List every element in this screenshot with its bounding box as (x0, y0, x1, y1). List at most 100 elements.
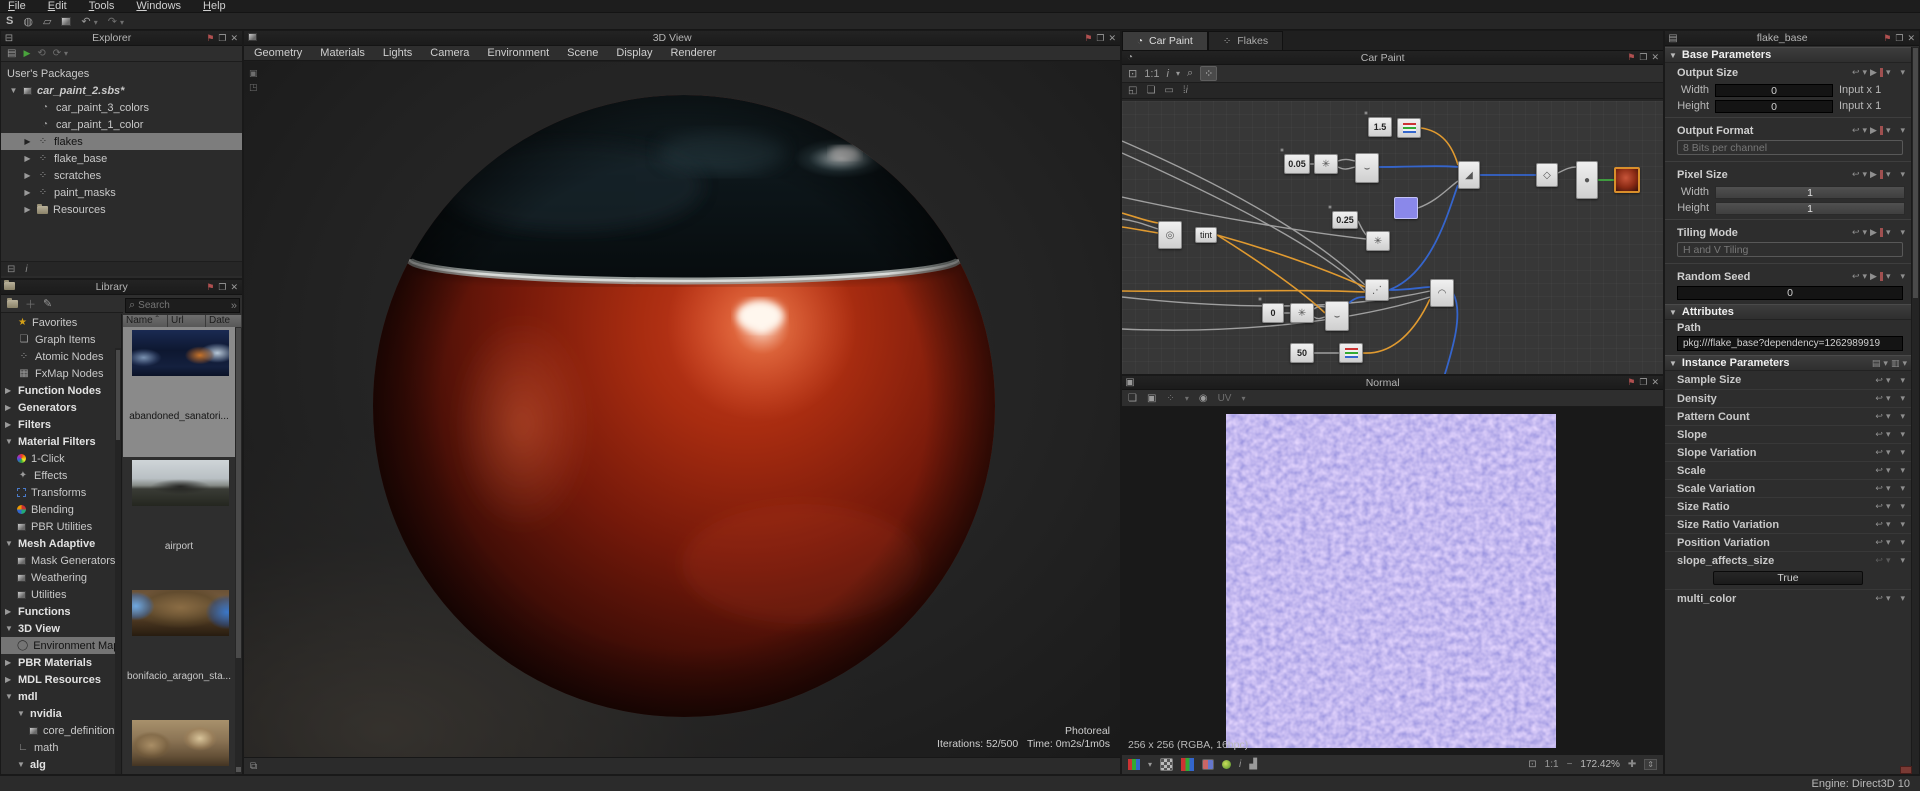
random-seed-slider[interactable]: 0 (1677, 286, 1903, 300)
chevron-down-icon[interactable]: ▾ (1176, 69, 1180, 78)
tab-flakes[interactable]: ⁘ Flakes (1208, 31, 1283, 50)
external-link-icon[interactable]: ◱ (1128, 85, 1137, 96)
open-file-icon[interactable]: ▱ (43, 15, 51, 28)
pixel-height-input[interactable]: 1 (1715, 202, 1905, 215)
new-package-icon[interactable] (61, 17, 71, 26)
dome-node[interactable]: ◠ (1430, 279, 1454, 307)
library-cat-group[interactable]: ▼Material Filters (1, 433, 121, 450)
curve-node[interactable]: ⌣ (1325, 301, 1349, 331)
close-icon[interactable]: ✕ (1651, 377, 1659, 388)
2d-view-canvas[interactable]: 256 x 256 (RGBA, 16bpc) (1122, 407, 1663, 754)
library-cat-sub[interactable]: Utilities (1, 586, 121, 603)
close-icon[interactable]: ✕ (1108, 33, 1116, 44)
env-map-item[interactable] (123, 717, 235, 774)
tree-item-resources[interactable]: ▶ Resources (1, 201, 242, 218)
menu-edit[interactable]: Edit (48, 0, 67, 12)
library-cat-group[interactable]: ▶Function Nodes (1, 382, 121, 399)
library-cat[interactable]: ▦FxMap Nodes (1, 365, 121, 382)
chevron-down-icon[interactable]: ▾ (1900, 227, 1905, 238)
value-node[interactable]: 1.5 (1368, 117, 1392, 137)
function-icons[interactable]: ↩ ▾ (1875, 537, 1890, 548)
close-icon[interactable]: ✕ (1907, 33, 1915, 44)
float-icon[interactable]: ❐ (1895, 33, 1903, 44)
menu-scene[interactable]: Scene (567, 47, 598, 59)
function-icons[interactable]: ↩ ▾ (1875, 483, 1890, 494)
menu-lights[interactable]: Lights (383, 47, 412, 59)
function-icons[interactable]: ↩ ▾ ▶ ▾ (1852, 169, 1891, 180)
chevron-down-icon[interactable]: ▾ (1900, 465, 1905, 476)
uv-toggle[interactable]: UV (1218, 393, 1232, 404)
viewport-widgets[interactable]: ▣◳ (249, 66, 258, 94)
chevron-down-icon[interactable]: ▾ (1900, 501, 1905, 512)
tree-item-flakes-selected[interactable]: ▶⁘ flakes (1, 133, 242, 150)
tree-item-scratches[interactable]: ▶⁘ scratches (1, 167, 242, 184)
library-cat-sub[interactable]: PBR Utilities (1, 518, 121, 535)
tiling-mode-select[interactable]: H and V Tiling (1677, 242, 1903, 257)
function-icons[interactable]: ↩ ▾ (1875, 447, 1890, 458)
chevron-down-icon[interactable]: ▾ (1185, 394, 1189, 403)
output-format-select[interactable]: 8 Bits per channel (1677, 140, 1903, 155)
categories-scrollbar[interactable] (115, 348, 121, 774)
add-library-folder-icon[interactable] (7, 300, 18, 308)
pixel-width-input[interactable]: 1 (1715, 186, 1905, 199)
save-icon[interactable]: ▤ (7, 48, 16, 59)
camera-icon[interactable]: ◉ (1199, 393, 1208, 404)
menu-environment[interactable]: Environment (487, 47, 549, 59)
float-icon[interactable]: ❐ (218, 282, 226, 293)
multiply-node[interactable]: ✳ (1366, 231, 1390, 251)
float-icon[interactable]: ❐ (1639, 377, 1647, 388)
section-attributes[interactable]: ▼Attributes (1665, 304, 1911, 320)
substance-logo-icon[interactable]: S (6, 15, 13, 27)
pin-icon[interactable]: ⚑ (1627, 52, 1635, 63)
function-icons[interactable]: ↩ ▾ ▶ ▾ (1852, 227, 1891, 238)
value-node[interactable]: 0 (1262, 303, 1284, 323)
chevron-down-icon[interactable]: ▾ (1900, 519, 1905, 530)
edit-library-icon[interactable]: ✎ (43, 297, 52, 310)
function-icons[interactable]: ↩ ▾ (1875, 519, 1890, 530)
material-node[interactable]: ● (1576, 161, 1598, 199)
chevron-down-icon[interactable]: ▾ (1900, 67, 1905, 78)
library-cat[interactable]: ❏Graph Items (1, 331, 121, 348)
library-cat-sub[interactable]: Mask Generators (1, 552, 121, 569)
tree-item-flake-base[interactable]: ▶⁘ flake_base (1, 150, 242, 167)
redo-icon[interactable]: ↷ ▾ (108, 15, 124, 28)
chevron-down-icon[interactable]: ▾ (1241, 394, 1245, 403)
library-cat-sub[interactable]: 1-Click (1, 450, 121, 467)
pin-info-icon[interactable]: ⁞i (1183, 85, 1188, 96)
function-icons[interactable]: ↩ ▾ ▶ ▾ (1852, 67, 1891, 78)
float-icon[interactable]: ❐ (1639, 52, 1647, 63)
menu-materials[interactable]: Materials (320, 47, 365, 59)
section-base-parameters[interactable]: ▼Base Parameters (1665, 47, 1911, 63)
scroll-grip-icon[interactable]: ⇕ (1644, 759, 1657, 770)
slope-affects-size-toggle[interactable]: True (1713, 571, 1863, 585)
graph-canvas[interactable]: 1.5 0.05 ✳ ⌣ 0.25 ✳ ◎ tint ⋰ 0 ✳ ⌣ 50 ◢ … (1122, 101, 1663, 374)
chevron-down-icon[interactable]: ▾ (1148, 760, 1152, 769)
close-icon[interactable]: ✕ (230, 282, 238, 293)
chevron-down-icon[interactable]: ▾ (1900, 447, 1905, 458)
multiply-node[interactable]: ✳ (1290, 303, 1314, 323)
library-cat-group[interactable]: ▶MDL Resources (1, 671, 121, 688)
library-cat[interactable]: ⁘Atomic Nodes (1, 348, 121, 365)
chevron-down-icon[interactable]: ▾ (1900, 411, 1905, 422)
library-cat-favorites[interactable]: ★Favorites (1, 314, 121, 331)
rgb-display-icon[interactable] (1181, 758, 1194, 771)
tree-item-graph[interactable]: ◔ car_paint_1_color (1, 116, 242, 133)
library-cat-group[interactable]: ▼3D View (1, 620, 121, 637)
tree-item-graph[interactable]: ◔ car_paint_3_colors (1, 99, 242, 116)
undo-icon[interactable]: ↶ ▾ (81, 15, 97, 28)
tiling-icon[interactable] (1202, 759, 1214, 770)
preset-icons[interactable]: ▤ ▾ ▥ ▾ (1872, 358, 1911, 369)
tree-view-icon[interactable]: ⊟ (7, 264, 15, 275)
pin-icon[interactable]: ⚑ (1627, 377, 1635, 388)
frame-icon[interactable]: ▭ (1164, 85, 1173, 96)
pin-icon[interactable]: ⚑ (1084, 33, 1092, 44)
function-icons[interactable]: ↩ ▾ (1875, 465, 1890, 476)
chevron-down-icon[interactable]: ▾ (1900, 393, 1905, 404)
blend-node[interactable]: ◎ (1158, 221, 1182, 249)
library-cat-sub[interactable]: core_definitions (1, 722, 121, 739)
channels-icon[interactable] (1128, 759, 1140, 770)
magnifier-icon[interactable]: ⌕ (1187, 67, 1193, 80)
fit-view-icon[interactable]: ⊡ (1128, 67, 1137, 80)
close-icon[interactable]: ✕ (1651, 52, 1659, 63)
chevron-down-icon[interactable]: ▾ (1900, 125, 1905, 136)
